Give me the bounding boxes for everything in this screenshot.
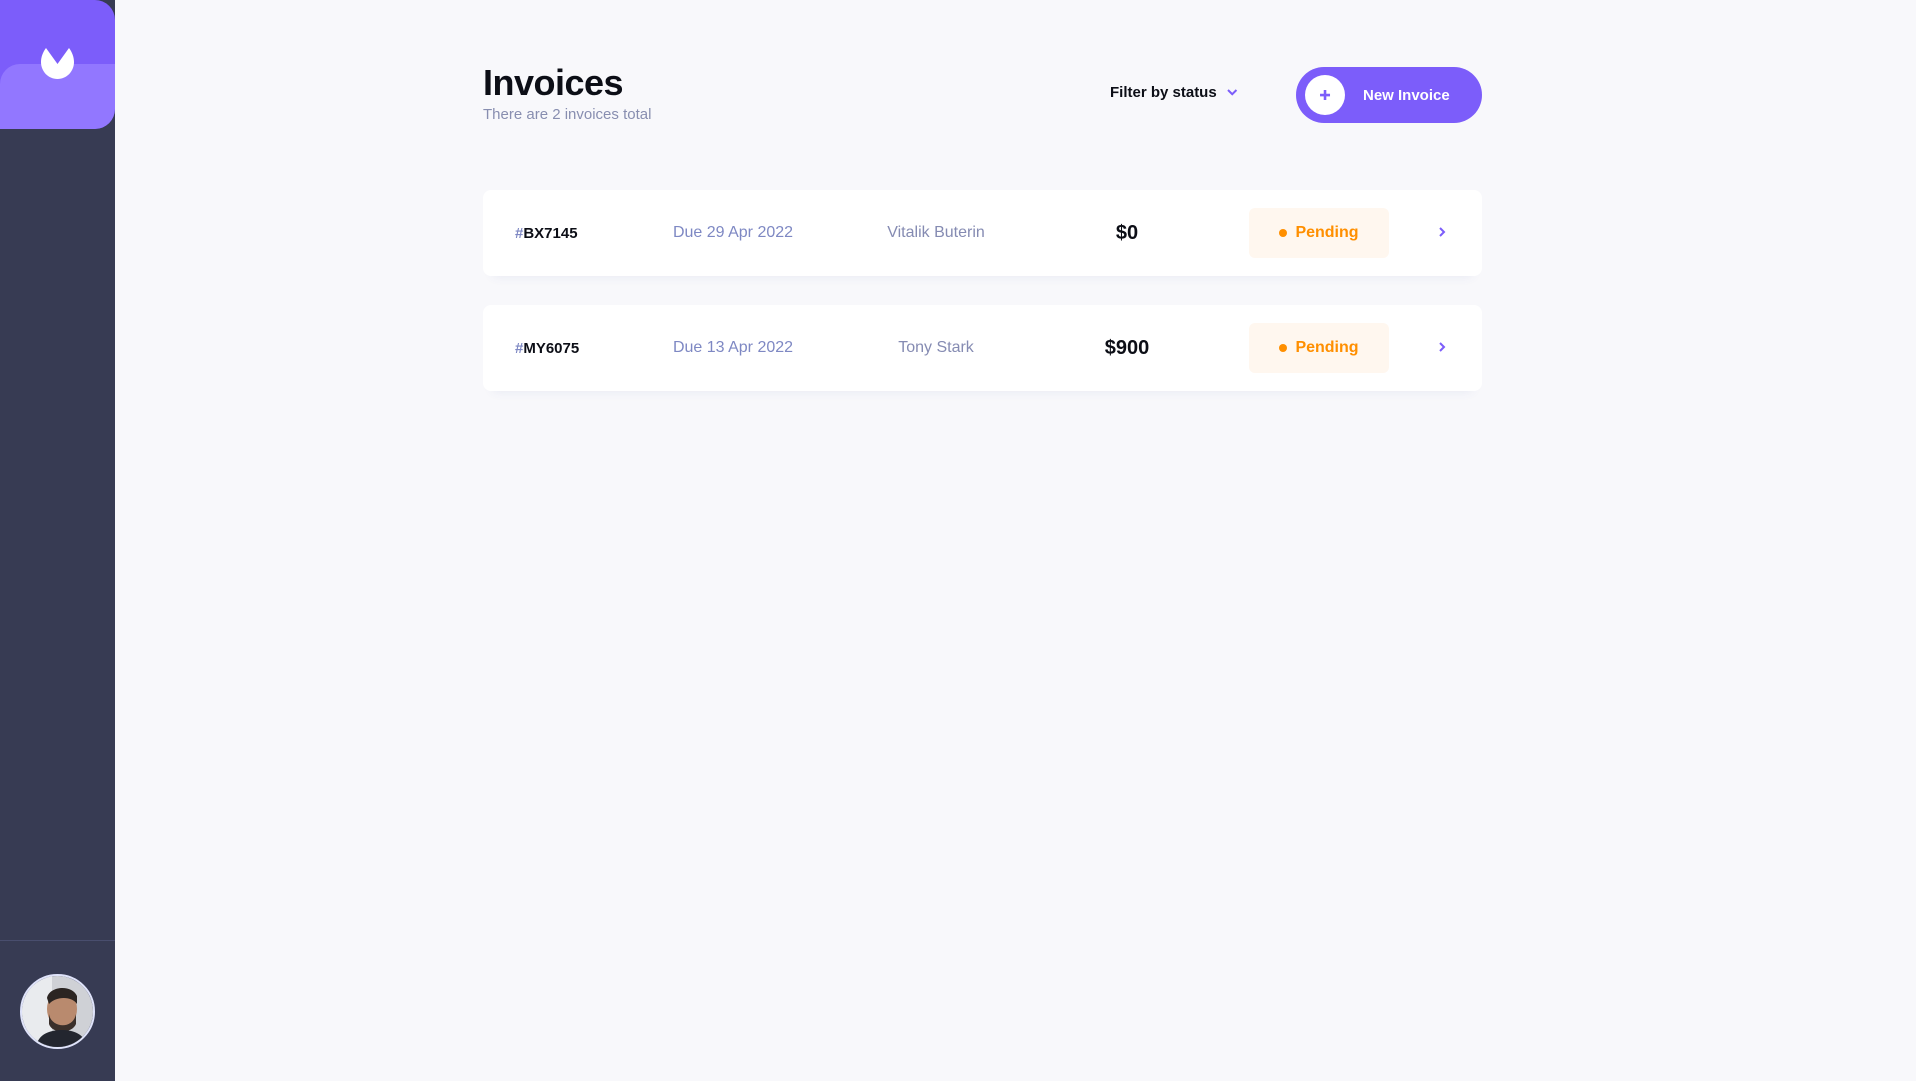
invoice-id: # MY6075: [515, 305, 579, 391]
new-invoice-button[interactable]: New Invoice: [1296, 67, 1482, 123]
status-dot-icon: [1279, 229, 1288, 237]
invoice-due-date: Due 13 Apr 2022: [672, 339, 794, 356]
sidebar-divider: [0, 940, 115, 941]
invoice-amount: $900: [1104, 336, 1150, 359]
chevron-right-icon[interactable]: [1439, 342, 1446, 352]
avatar[interactable]: [20, 974, 95, 1049]
plus-icon: [1319, 89, 1330, 100]
invoice-id-value: MY6075: [523, 339, 580, 357]
invoice-id-hash: #: [515, 339, 524, 357]
invoice-row[interactable]: # MY6075 Due 13 Apr 2022 Tony Stark $900 …: [483, 305, 1482, 391]
chevron-right-icon[interactable]: [1439, 227, 1446, 237]
logo-icon: [41, 48, 74, 79]
page-title: Invoices: [483, 62, 624, 103]
chevron-down-icon: [1226, 89, 1237, 96]
status-label: Pending: [1295, 339, 1359, 356]
invoice-id-hash: #: [515, 224, 524, 242]
invoice-client-name: Vitalik Buterin: [887, 224, 985, 241]
status-dot-icon: [1279, 344, 1288, 352]
filter-label: Filter by status: [1110, 84, 1217, 101]
status-badge: Pending: [1249, 323, 1389, 373]
new-invoice-label: New Invoice: [1363, 86, 1450, 104]
invoice-row[interactable]: # BX7145 Due 29 Apr 2022 Vitalik Buterin …: [483, 190, 1482, 276]
avatar-image: [22, 976, 93, 1047]
sidebar: [0, 0, 115, 1081]
invoice-id: # BX7145: [515, 190, 578, 276]
app-logo[interactable]: [0, 0, 115, 129]
invoice-client-name: Tony Stark: [898, 339, 974, 356]
invoice-due-date: Due 29 Apr 2022: [672, 224, 794, 241]
invoice-count: There are 2 invoices total: [483, 106, 652, 123]
filter-by-status-dropdown[interactable]: Filter by status: [1110, 84, 1238, 101]
status-badge: Pending: [1249, 208, 1389, 258]
plus-icon-circle: [1305, 75, 1345, 115]
status-label: Pending: [1295, 224, 1359, 241]
invoice-amount: $0: [1115, 221, 1139, 244]
invoice-id-value: BX7145: [523, 224, 578, 242]
